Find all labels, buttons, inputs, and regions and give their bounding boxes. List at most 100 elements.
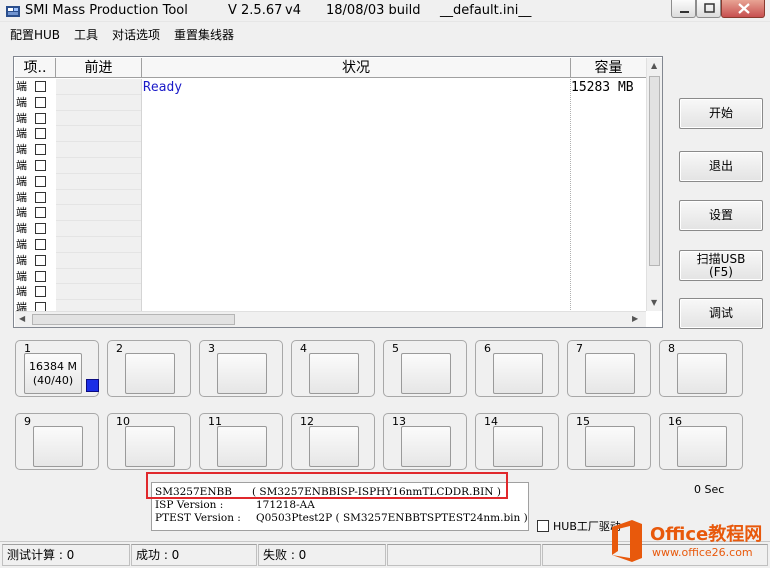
- row-checkbox[interactable]: [35, 81, 46, 92]
- port-panel-5: 5: [383, 340, 467, 397]
- settings-button[interactable]: 设置: [679, 200, 763, 231]
- port-button-7[interactable]: [585, 353, 635, 394]
- close-button[interactable]: [721, 0, 765, 18]
- scroll-down-icon[interactable]: ▼: [651, 298, 657, 307]
- isp-version-value: 171218-AA: [256, 499, 315, 511]
- port-panel-7: 7: [567, 340, 651, 397]
- port-button-8[interactable]: [677, 353, 727, 394]
- col-head-capacity[interactable]: 容量: [571, 58, 646, 78]
- port-button-9[interactable]: [33, 426, 83, 467]
- watermark-url: www.office26.com: [652, 546, 753, 559]
- row-checkbox[interactable]: [35, 191, 46, 203]
- port-panel-13: 13: [383, 413, 467, 470]
- menu-dialog-options[interactable]: 对话选项: [112, 26, 160, 43]
- isp-version-label: ISP Version :: [155, 499, 224, 511]
- vertical-scrollbar[interactable]: ▲ ▼: [646, 58, 662, 311]
- row-label: 端: [15, 126, 55, 142]
- port-panel-6: 6: [475, 340, 559, 397]
- row-checkbox[interactable]: [35, 254, 46, 266]
- checkbox-box[interactable]: [537, 520, 549, 532]
- row-label: 端: [15, 111, 55, 127]
- port-panel-2: 2: [107, 340, 191, 397]
- row-checkbox[interactable]: [35, 112, 46, 124]
- port-button-6[interactable]: [493, 353, 543, 394]
- scan-usb-button[interactable]: 扫描USB (F5): [679, 250, 763, 281]
- success-count: 成功 : 0: [131, 544, 257, 566]
- row-checkbox[interactable]: [35, 128, 46, 140]
- row-checkbox[interactable]: [35, 159, 46, 171]
- row-label-text: 端: [16, 95, 27, 109]
- close-icon: [738, 3, 750, 14]
- row-label: 端: [15, 284, 55, 300]
- port-number: 7: [576, 342, 583, 355]
- row-label: 端: [15, 79, 55, 95]
- progress-cell: [56, 126, 141, 143]
- horizontal-scrollbar[interactable]: ◀ ▶: [15, 311, 646, 327]
- status-pane-empty-1: [387, 544, 541, 566]
- maximize-button[interactable]: [696, 0, 721, 18]
- port-button-2[interactable]: [125, 353, 175, 394]
- minimize-button[interactable]: [671, 0, 696, 18]
- version-label: V 2.5.67: [228, 3, 283, 18]
- col-head-progress[interactable]: 前进: [56, 58, 142, 78]
- port-number: 2: [116, 342, 123, 355]
- row-label: 端: [15, 95, 55, 111]
- scroll-left-icon[interactable]: ◀: [19, 314, 25, 323]
- scroll-up-icon[interactable]: ▲: [651, 61, 657, 70]
- build-date: 18/08/03 build: [326, 3, 421, 18]
- port-button-13[interactable]: [401, 426, 451, 467]
- office-watermark: Office教程网 www.office26.com: [608, 516, 770, 566]
- port-button-4[interactable]: [309, 353, 359, 394]
- scroll-right-icon[interactable]: ▶: [632, 314, 638, 323]
- row-checkbox[interactable]: [35, 270, 46, 282]
- row-label-text: 端: [16, 285, 27, 299]
- port-button-14[interactable]: [493, 426, 543, 467]
- col-head-item[interactable]: 项..: [15, 58, 56, 78]
- row-label-text: 端: [16, 253, 27, 267]
- row-checkbox[interactable]: [35, 144, 46, 156]
- menu-config-hub[interactable]: 配置HUB: [10, 26, 60, 43]
- vertical-scroll-thumb[interactable]: [649, 76, 660, 266]
- row-checkbox[interactable]: [35, 238, 46, 250]
- exit-button[interactable]: 退出: [679, 151, 763, 182]
- watermark-title: Office教程网: [650, 524, 763, 545]
- progress-cell: [56, 158, 141, 174]
- debug-button[interactable]: 调试: [679, 298, 763, 329]
- col-head-status[interactable]: 状况: [142, 58, 571, 78]
- port-button-10[interactable]: [125, 426, 175, 467]
- menu-tools[interactable]: 工具: [74, 26, 98, 43]
- start-button[interactable]: 开始: [679, 98, 763, 129]
- port-button-5[interactable]: [401, 353, 451, 394]
- port-panel-8: 8: [659, 340, 743, 397]
- port-button-12[interactable]: [309, 426, 359, 467]
- port-button-1[interactable]: 16384 M (40/40): [24, 353, 82, 394]
- port-number: 4: [300, 342, 307, 355]
- test-count: 测试计算 : 0: [2, 544, 130, 566]
- row-label: 端: [15, 253, 55, 269]
- minimize-icon: [680, 11, 689, 13]
- ini-file-label: __default.ini__: [440, 3, 532, 18]
- row-checkbox[interactable]: [35, 207, 46, 219]
- progress-column: [56, 79, 142, 316]
- horizontal-scroll-thumb[interactable]: [32, 314, 235, 325]
- row-label: 端: [15, 269, 55, 285]
- port-button-16[interactable]: [677, 426, 727, 467]
- port-button-11[interactable]: [217, 426, 267, 467]
- app-icon: [6, 6, 20, 17]
- menu-reset-hub[interactable]: 重置集线器: [174, 26, 234, 43]
- row-label-text: 端: [16, 111, 27, 125]
- row-checkbox[interactable]: [35, 96, 46, 108]
- port-button-3[interactable]: [217, 353, 267, 394]
- fail-count: 失败 : 0: [258, 544, 386, 566]
- row-checkbox[interactable]: [35, 175, 46, 187]
- port-button-15[interactable]: [585, 426, 635, 467]
- row-checkbox[interactable]: [35, 223, 46, 235]
- row-label-text: 端: [16, 174, 27, 188]
- port-number: 5: [392, 342, 399, 355]
- row-label-text: 端: [16, 222, 27, 236]
- row-checkbox[interactable]: [35, 286, 46, 298]
- port-panel-4: 4: [291, 340, 375, 397]
- row-label-text: 端: [16, 143, 27, 157]
- port-panel-9: 9: [15, 413, 99, 470]
- row-label: 端: [15, 221, 55, 237]
